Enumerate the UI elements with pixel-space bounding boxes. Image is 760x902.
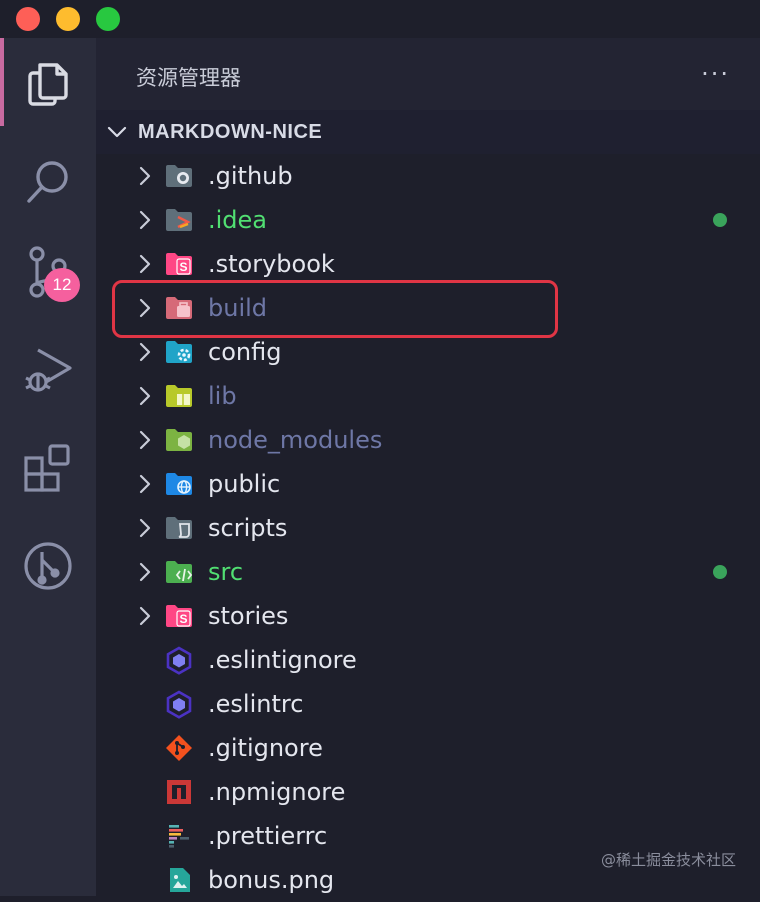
tree-item-label: scripts xyxy=(208,514,288,542)
eslint-icon xyxy=(166,690,192,719)
extensions-button[interactable] xyxy=(0,424,96,512)
chevron-right-icon[interactable] xyxy=(134,385,156,407)
tree-folder-row[interactable]: lib xyxy=(96,374,760,418)
window-close-button[interactable] xyxy=(16,7,40,31)
svg-text:S: S xyxy=(179,260,187,274)
tree-item-label: .npmignore xyxy=(208,778,346,806)
git-graph-button[interactable] xyxy=(0,522,96,610)
folder-src-icon xyxy=(166,561,193,583)
tree-file-row[interactable]: .gitignore xyxy=(96,726,760,770)
explorer-button[interactable] xyxy=(0,38,96,126)
tree-item-label: .idea xyxy=(208,206,268,234)
folder-scripts-icon xyxy=(166,517,192,539)
run-debug-icon xyxy=(25,348,72,392)
tree-file-row[interactable]: .eslintrc xyxy=(96,682,760,726)
tree-folder-row[interactable]: .idea xyxy=(96,198,760,242)
sidebar-title: 资源管理器 xyxy=(136,66,241,90)
tree-item-label: .gitignore xyxy=(208,734,323,762)
sidebar-header: 资源管理器 ··· xyxy=(96,38,760,110)
chevron-right-icon[interactable] xyxy=(134,165,156,187)
chevron-right-icon[interactable] xyxy=(134,517,156,539)
tree-file-row[interactable]: .npmignore xyxy=(96,770,760,814)
image-file-icon xyxy=(170,868,190,892)
workspace-title: MARKDOWN-NICE xyxy=(138,120,323,143)
workspace-section-header[interactable]: MARKDOWN-NICE xyxy=(96,110,760,154)
more-actions-button[interactable]: ··· xyxy=(701,60,730,88)
tree-item-label: .eslintignore xyxy=(208,646,357,674)
tree-item-label: config xyxy=(208,338,282,366)
explorer-icon xyxy=(28,63,68,106)
git-icon xyxy=(166,735,192,761)
folder-github-icon xyxy=(166,165,192,187)
tree-folder-row[interactable]: scripts xyxy=(96,506,760,550)
search-icon xyxy=(27,161,68,203)
chevron-right-icon[interactable] xyxy=(134,253,156,275)
tree-item-label: bonus.png xyxy=(208,866,335,894)
chevron-down-icon xyxy=(107,126,127,138)
chevron-right-icon[interactable] xyxy=(134,605,156,627)
tree-folder-row[interactable]: node_modules xyxy=(96,418,760,462)
chevron-right-icon[interactable] xyxy=(134,561,156,583)
prettier-icon xyxy=(169,825,189,848)
tree-item-label: .prettierrc xyxy=(208,822,328,850)
npm-icon xyxy=(167,780,191,804)
folder-stories-icon: S xyxy=(166,605,192,627)
folder-storybook-icon: S xyxy=(166,253,192,275)
window-maximize-button[interactable] xyxy=(96,7,120,31)
chevron-right-icon[interactable] xyxy=(134,473,156,495)
svg-text:S: S xyxy=(179,612,187,626)
chevron-right-icon[interactable] xyxy=(134,209,156,231)
eslint-icon xyxy=(166,646,192,675)
tree-item-label: src xyxy=(208,558,244,586)
activity-bar: 12 xyxy=(0,38,96,896)
source-control-badge: 12 xyxy=(44,268,80,302)
explorer-sidebar: 资源管理器 ··· MARKDOWN-NICE .github .idea S .st… xyxy=(96,38,760,896)
tree-folder-row[interactable]: Sstories xyxy=(96,594,760,638)
folder-lib-icon xyxy=(166,385,192,407)
tree-item-label: public xyxy=(208,470,281,498)
tree-item-label: .github xyxy=(208,162,293,190)
folder-config-icon xyxy=(166,341,192,363)
title-bar xyxy=(0,0,760,38)
tree-file-row[interactable]: .eslintignore xyxy=(96,638,760,682)
run-debug-button[interactable] xyxy=(0,326,96,414)
highlight-box xyxy=(112,280,558,338)
tree-folder-row[interactable]: public xyxy=(96,462,760,506)
git-graph-icon xyxy=(24,542,72,590)
tree-item-label: lib xyxy=(208,382,237,410)
extensions-icon xyxy=(24,444,70,492)
search-button[interactable] xyxy=(0,138,96,226)
tree-item-label: stories xyxy=(208,602,289,630)
modified-status-dot xyxy=(713,565,727,579)
tree-folder-row[interactable]: .github xyxy=(96,154,760,198)
folder-node-icon xyxy=(166,429,192,451)
chevron-right-icon[interactable] xyxy=(134,429,156,451)
folder-public-icon xyxy=(166,473,192,495)
tree-folder-row[interactable]: src xyxy=(96,550,760,594)
modified-status-dot xyxy=(713,213,727,227)
tree-item-label: node_modules xyxy=(208,426,383,454)
window-minimize-button[interactable] xyxy=(56,7,80,31)
chevron-right-icon[interactable] xyxy=(134,341,156,363)
folder-idea-icon xyxy=(166,209,192,231)
tree-item-label: .eslintrc xyxy=(208,690,304,718)
source-control-button[interactable]: 12 xyxy=(0,228,96,316)
watermark: @稀土掘金技术社区 xyxy=(600,851,736,869)
tree-item-label: .storybook xyxy=(208,250,335,278)
